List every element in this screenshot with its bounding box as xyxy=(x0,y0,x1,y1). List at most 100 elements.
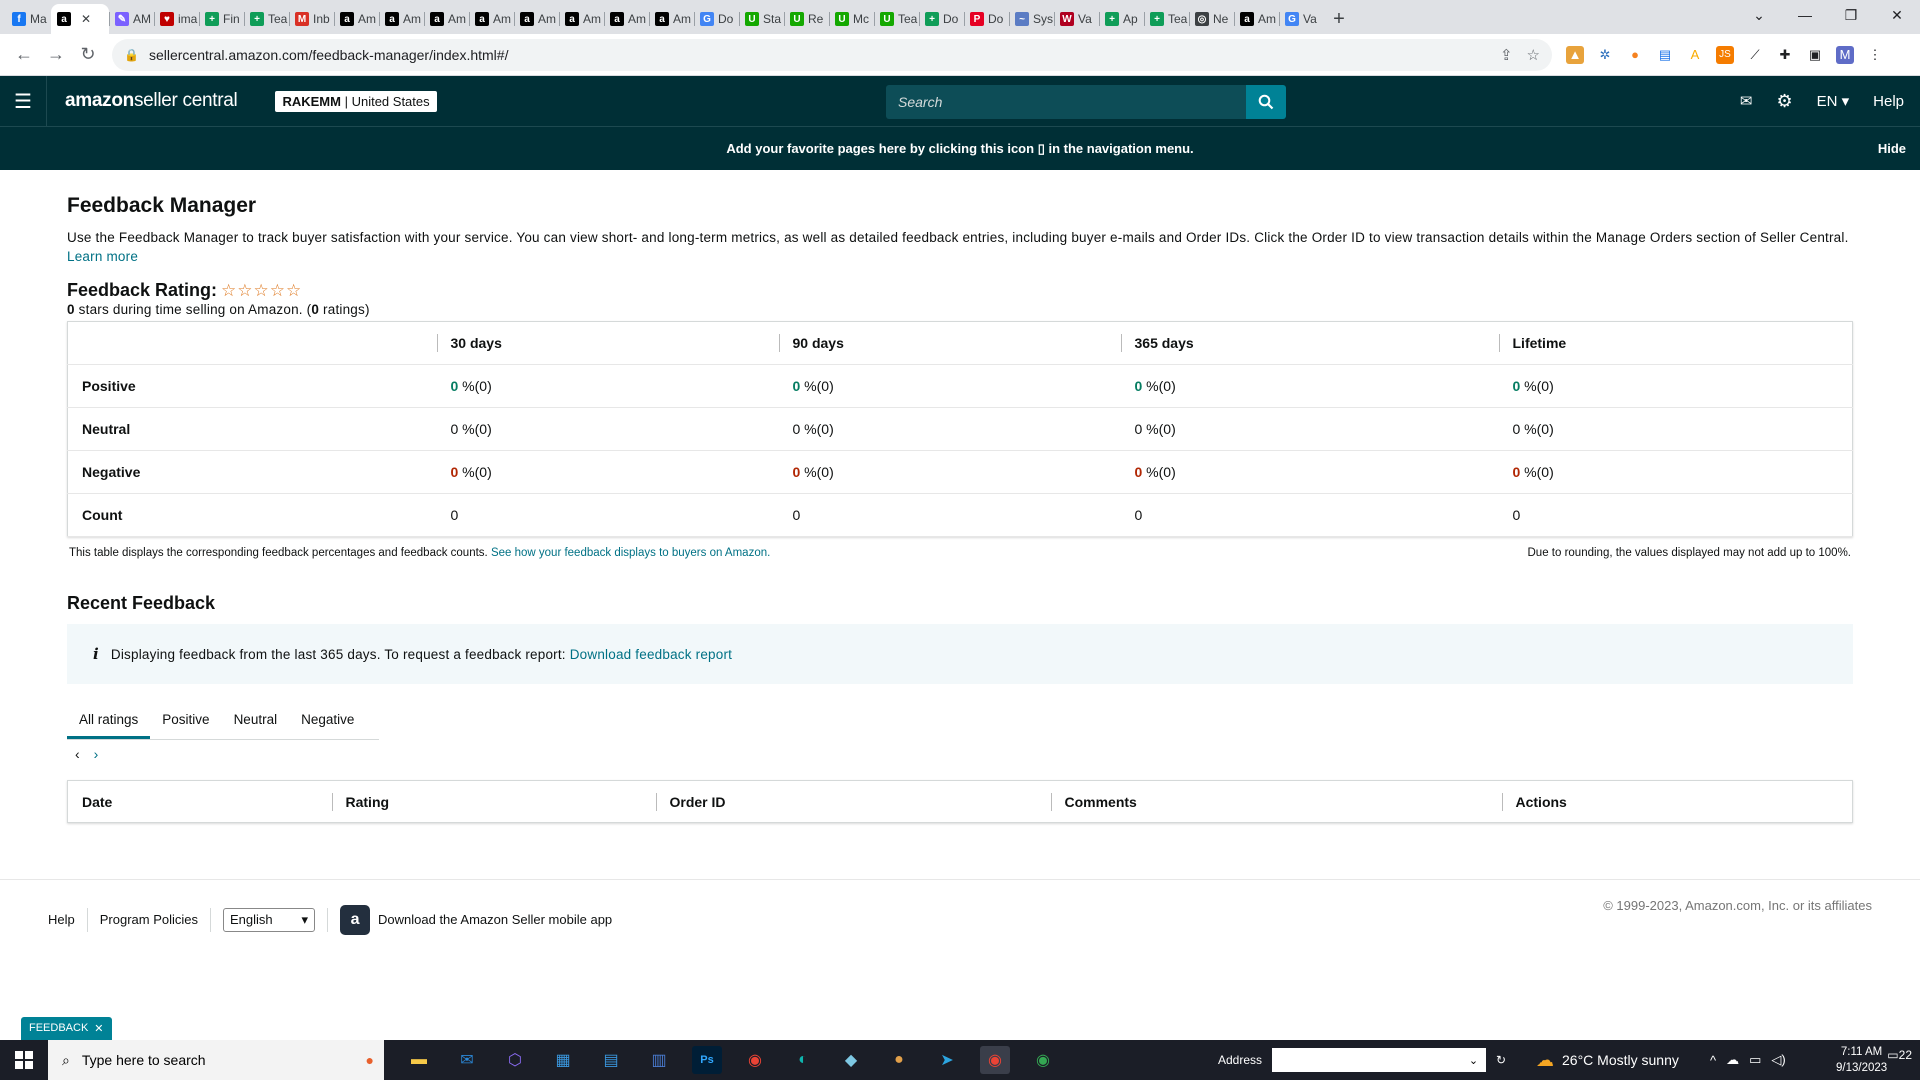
edge-app-icon[interactable]: ◐ xyxy=(788,1046,818,1074)
profile-avatar[interactable]: M xyxy=(1836,45,1854,64)
back-button[interactable]: ← xyxy=(8,39,40,71)
new-tab-button[interactable]: + xyxy=(1324,4,1354,34)
browser-tab[interactable]: U Tea xyxy=(874,4,919,34)
chrome-profile-m2-icon[interactable]: ◉ xyxy=(1028,1046,1058,1074)
language-select[interactable]: English ▾ xyxy=(223,907,316,932)
extension-icon-1[interactable]: ▲ xyxy=(1566,45,1584,64)
notes-app-icon[interactable]: ◆ xyxy=(836,1046,866,1074)
program-policies-link[interactable]: Program Policies xyxy=(100,912,198,927)
browser-tab[interactable]: G Do xyxy=(694,4,739,34)
photoshop-app-icon[interactable]: Ps xyxy=(692,1046,722,1074)
extension-icon-4[interactable]: ▤ xyxy=(1656,46,1674,64)
browser-tab[interactable]: a Am xyxy=(559,4,604,34)
recent-col-date[interactable]: Date xyxy=(68,781,332,823)
extension-icon-js[interactable]: JS xyxy=(1716,45,1734,64)
chrome-profile-m-icon[interactable]: ◉ xyxy=(980,1046,1010,1074)
browser-tab[interactable]: W Va xyxy=(1054,4,1099,34)
hamburger-menu-icon[interactable]: ☰ xyxy=(0,89,46,114)
download-report-link[interactable]: Download feedback report xyxy=(570,647,732,662)
browser-tab[interactable]: ♥ ima xyxy=(154,4,199,34)
mail-app-icon[interactable]: ✉ xyxy=(452,1046,482,1074)
recent-col-actions[interactable]: Actions xyxy=(1501,781,1853,823)
tab-neutral[interactable]: Neutral xyxy=(222,698,290,739)
browser-tab[interactable]: a Am xyxy=(469,4,514,34)
browser-tab[interactable]: a Am xyxy=(424,4,469,34)
browser-tab[interactable]: + Tea xyxy=(244,4,289,34)
minimize-button[interactable]: — xyxy=(1782,0,1828,30)
bookmark-star-icon[interactable]: ☆ xyxy=(1527,46,1540,64)
browser-tab[interactable]: a Am xyxy=(379,4,424,34)
browser-tab[interactable]: + Ap xyxy=(1099,4,1144,34)
browser-tab[interactable]: a Am xyxy=(334,4,379,34)
buyer-display-link[interactable]: See how your feedback displays to buyers… xyxy=(491,547,770,559)
extension-icon-2[interactable]: ✲ xyxy=(1596,46,1614,64)
maximize-button[interactable]: ❐ xyxy=(1828,0,1874,30)
pc-app-icon[interactable]: ▤ xyxy=(596,1046,626,1074)
browser-tab[interactable]: a Am xyxy=(649,4,694,34)
side-panel-icon[interactable]: ▣ xyxy=(1806,46,1824,64)
browser-tab[interactable]: a ✕ xyxy=(51,4,109,34)
feedback-widget-tab[interactable]: FEEDBACK ✕ xyxy=(21,1017,112,1040)
browser-tab[interactable]: ~ Sys xyxy=(1009,4,1054,34)
store-app-icon[interactable]: ▦ xyxy=(548,1046,578,1074)
copilot-app-icon[interactable]: ⬡ xyxy=(500,1046,530,1074)
extension-icon-5[interactable]: A xyxy=(1686,46,1704,64)
footer-help-link[interactable]: Help xyxy=(48,912,75,927)
browser-tab[interactable]: ◎ Ne xyxy=(1189,4,1234,34)
file-explorer-icon[interactable]: ▬ xyxy=(404,1046,434,1074)
volume-icon[interactable]: ◁) xyxy=(1771,1052,1785,1068)
browser-tab[interactable]: M Inb xyxy=(289,4,334,34)
calculator-app-icon[interactable]: ▥ xyxy=(644,1046,674,1074)
taskbar-search[interactable]: ⌕ Type here to search ● xyxy=(48,1040,384,1080)
browser-tab[interactable]: + Tea xyxy=(1144,4,1189,34)
browser-tab[interactable]: f Ma xyxy=(6,4,51,34)
network-icon[interactable]: ▭ xyxy=(1749,1052,1761,1068)
forward-button[interactable]: → xyxy=(40,39,72,71)
browser-tab[interactable]: U Sta xyxy=(739,4,784,34)
browser-tab[interactable]: a Am xyxy=(514,4,559,34)
browser-tab[interactable]: + Fin xyxy=(199,4,244,34)
gear-icon[interactable]: ⚙ xyxy=(1776,91,1792,112)
reload-button[interactable]: ↻ xyxy=(72,39,104,71)
refresh-icon[interactable]: ↻ xyxy=(1496,1053,1506,1067)
browser-tab[interactable]: U Re xyxy=(784,4,829,34)
cloud-icon[interactable]: ☁ xyxy=(1726,1052,1739,1068)
app-icon-extra[interactable]: ● xyxy=(884,1046,914,1074)
help-link[interactable]: Help xyxy=(1873,93,1904,110)
notification-center[interactable]: ▭22 xyxy=(1887,1048,1912,1062)
browser-tab[interactable]: P Do xyxy=(964,4,1009,34)
tab-all-ratings[interactable]: All ratings xyxy=(67,698,151,739)
windows-start-button[interactable] xyxy=(0,1040,48,1080)
seller-app-icon[interactable]: a xyxy=(340,904,371,935)
browser-tab[interactable]: U Mc xyxy=(829,4,874,34)
chevron-right-icon[interactable]: › xyxy=(94,746,99,762)
extension-icon-7[interactable]: ⟋ xyxy=(1746,46,1764,64)
extensions-puzzle-icon[interactable]: ✚ xyxy=(1776,46,1794,64)
seller-central-logo[interactable]: amazon seller central xyxy=(46,76,259,126)
address-bar[interactable]: 🔒 sellercentral.amazon.com/feedback-mana… xyxy=(112,38,1552,71)
browser-tab[interactable]: a Am xyxy=(1234,4,1279,34)
banner-hide-link[interactable]: Hide xyxy=(1878,141,1906,156)
address-input[interactable]: ⌄ xyxy=(1272,1048,1487,1072)
extension-icon-3[interactable]: ● xyxy=(1626,46,1644,64)
browser-tab[interactable]: a Am xyxy=(604,4,649,34)
share-icon[interactable]: ⇪ xyxy=(1500,46,1513,64)
recent-col-comments[interactable]: Comments xyxy=(1050,781,1502,823)
search-button[interactable] xyxy=(1246,85,1286,119)
chrome-app-icon[interactable]: ◉ xyxy=(740,1046,770,1074)
mail-icon[interactable]: ✉ xyxy=(1740,92,1753,110)
language-selector[interactable]: EN ▾ xyxy=(1817,92,1850,110)
browser-tab[interactable]: ✎ AM xyxy=(109,4,154,34)
telegram-app-icon[interactable]: ➤ xyxy=(932,1046,962,1074)
browser-tab[interactable]: + Do xyxy=(919,4,964,34)
weather-widget[interactable]: ☁ 26°C Mostly sunny xyxy=(1536,1040,1679,1080)
tab-positive[interactable]: Positive xyxy=(150,698,221,739)
recent-col-rating[interactable]: Rating xyxy=(331,781,656,823)
search-input[interactable]: Search xyxy=(886,85,1246,119)
chevron-up-icon[interactable]: ^ xyxy=(1710,1053,1716,1068)
system-clock[interactable]: 7:11 AM 9/13/2023 xyxy=(1836,1044,1887,1076)
tab-search-icon[interactable]: ⌄ xyxy=(1736,0,1782,30)
close-window-button[interactable]: ✕ xyxy=(1874,0,1920,30)
browser-menu-icon[interactable]: ⋮ xyxy=(1866,46,1884,64)
tab-close-icon[interactable]: ✕ xyxy=(81,12,91,26)
